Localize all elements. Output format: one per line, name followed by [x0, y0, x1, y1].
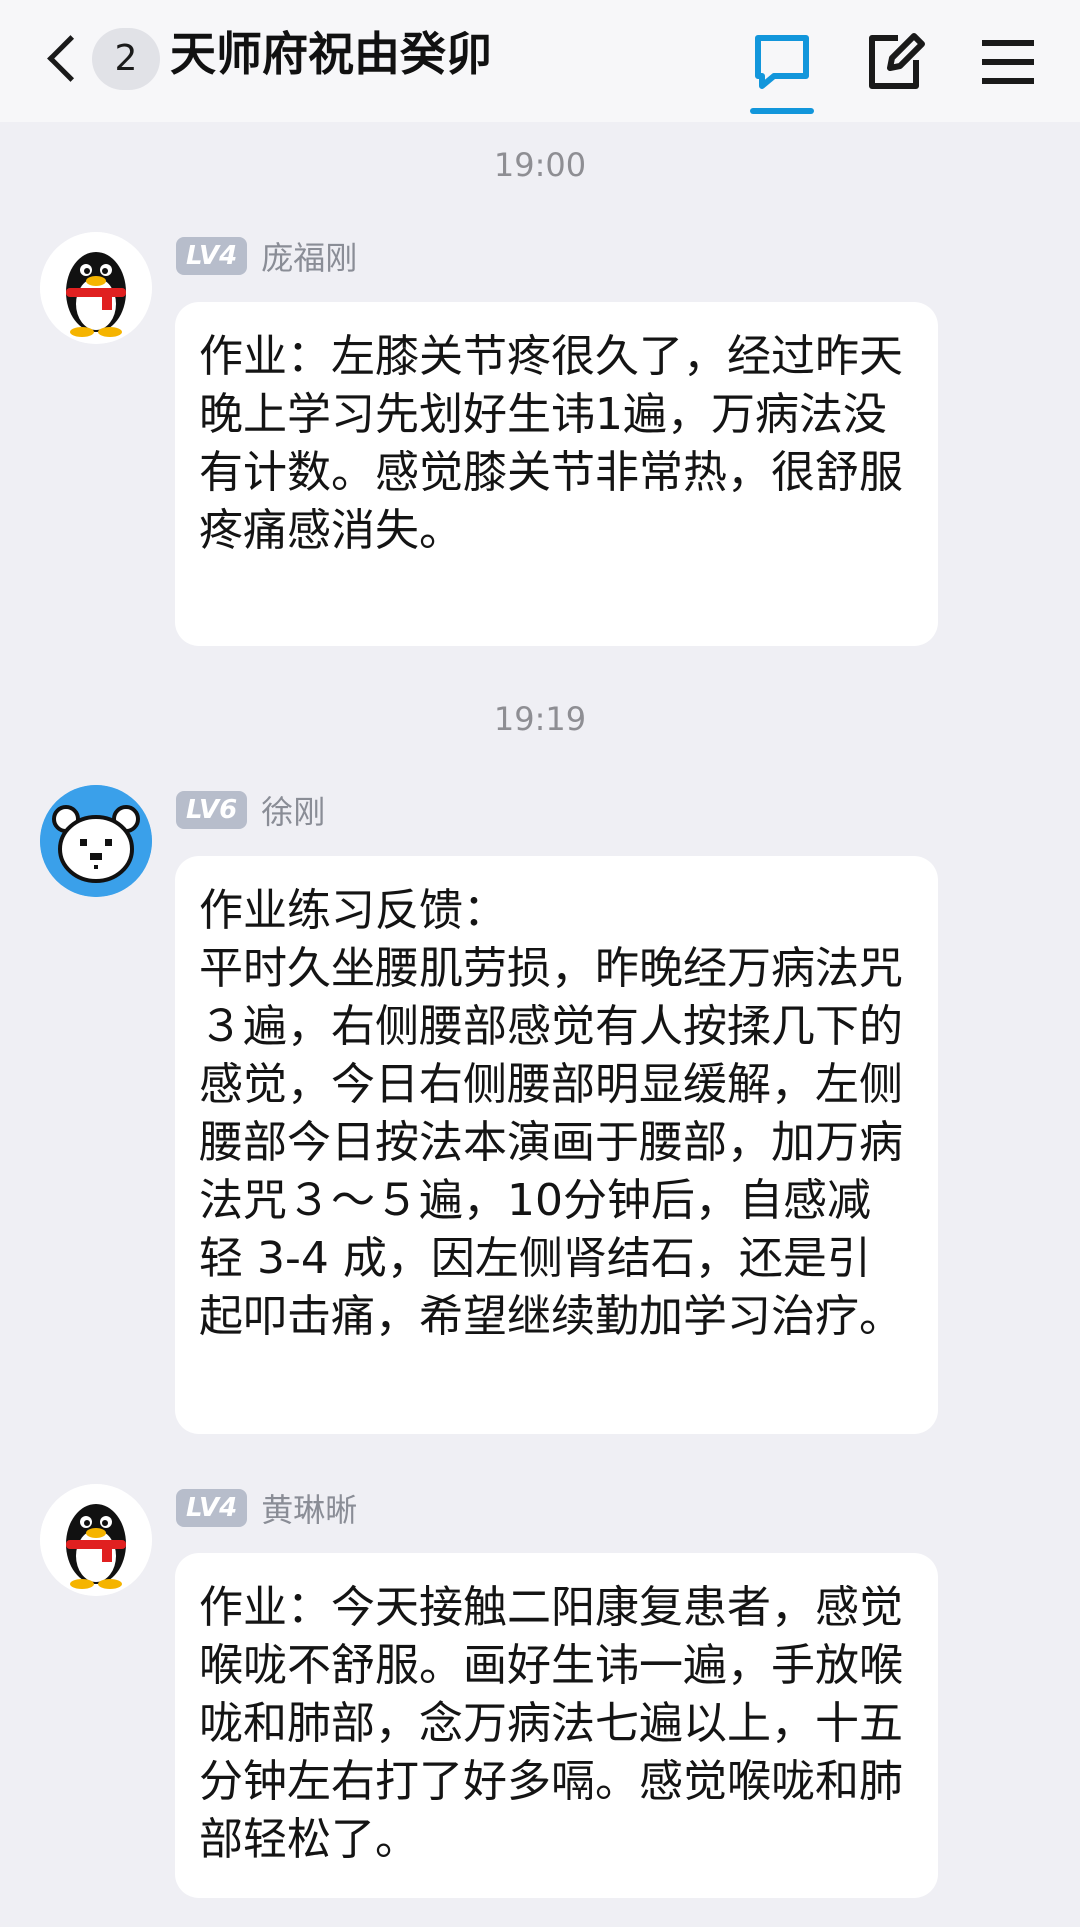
penguin-avatar[interactable]	[40, 232, 152, 344]
message-bubble[interactable]: 作业：今天接触二阳康复患者，感觉喉咙不舒服。画好生讳一遍，手放喉咙和肺部，念万病…	[175, 1553, 938, 1898]
level-badge: LV4	[176, 237, 248, 275]
level-badge: LV6	[176, 791, 248, 829]
sender-name[interactable]: 庞福刚	[261, 233, 357, 279]
timestamp: 19:00	[493, 146, 587, 184]
level-badge: LV4	[176, 1489, 248, 1527]
message-bubble[interactable]: 作业练习反馈： 平时久坐腰肌劳损，昨晚经万病法咒３遍，右侧腰部感觉有人按揉几下的…	[175, 856, 938, 1434]
active-tab-indicator	[750, 108, 814, 114]
sender-line: LV4 庞福刚	[176, 233, 357, 279]
sender-name[interactable]: 徐刚	[261, 787, 325, 833]
back-button[interactable]: 2	[40, 28, 160, 98]
sender-line: LV6 徐刚	[176, 787, 325, 833]
chat-header: 2 天师府祝由癸卯	[0, 0, 1080, 122]
unread-count-badge: 2	[92, 28, 160, 90]
penguin-avatar[interactable]	[40, 1484, 152, 1596]
polar-bear-avatar[interactable]	[40, 785, 152, 897]
message-bubble[interactable]: 作业：左膝关节疼很久了，经过昨天晚上学习先划好生讳1遍，万病法没有计数。感觉膝关…	[175, 302, 938, 646]
sender-line: LV4 黄琳晰	[176, 1485, 357, 1531]
edit-icon[interactable]	[864, 30, 928, 94]
message-text: 作业练习反馈： 平时久坐腰肌劳损，昨晚经万病法咒３遍，右侧腰部感觉有人按揉几下的…	[199, 885, 903, 1342]
menu-icon[interactable]	[976, 30, 1040, 94]
message-text: 作业：今天接触二阳康复患者，感觉喉咙不舒服。画好生讳一遍，手放喉咙和肺部，念万病…	[199, 1582, 903, 1865]
sender-name[interactable]: 黄琳晰	[261, 1485, 357, 1531]
group-title: 天师府祝由癸卯	[170, 27, 492, 81]
chevron-left-icon	[47, 35, 94, 82]
message-text: 作业：左膝关节疼很久了，经过昨天晚上学习先划好生讳1遍，万病法没有计数。感觉膝关…	[199, 331, 903, 556]
chat-icon[interactable]	[750, 30, 814, 94]
timestamp: 19:19	[493, 700, 587, 738]
